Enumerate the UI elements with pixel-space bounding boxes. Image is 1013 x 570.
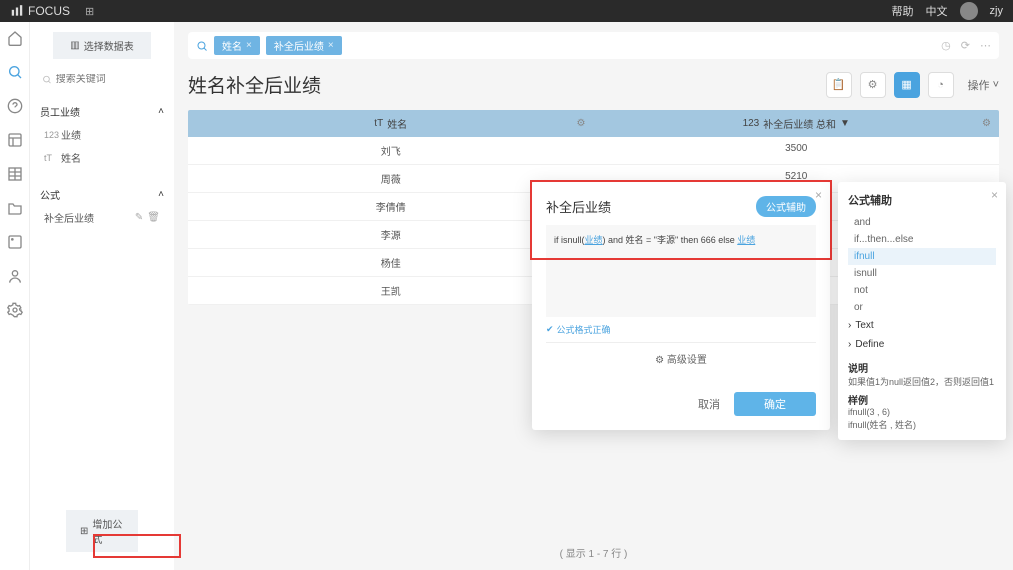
settings-icon[interactable] bbox=[7, 302, 23, 318]
field-search[interactable] bbox=[38, 71, 166, 88]
column-header[interactable]: tT姓名⚙ bbox=[188, 110, 594, 137]
nav-rail bbox=[0, 22, 30, 570]
formula-section[interactable]: 公式 ˄ bbox=[38, 183, 166, 206]
highlight-box bbox=[93, 534, 181, 558]
function-item[interactable]: isnull bbox=[848, 265, 996, 282]
formula-helper-button[interactable]: 公式辅助 bbox=[756, 196, 816, 217]
help-link[interactable]: 帮助 bbox=[892, 3, 914, 19]
desc-heading: 说明 bbox=[848, 360, 996, 375]
function-item[interactable]: and bbox=[848, 214, 996, 231]
refresh-icon[interactable]: ⟳ bbox=[961, 39, 970, 52]
modal-title: 补全后业绩 bbox=[546, 197, 611, 216]
row-count: ( 显示 1 - 7 行 ) bbox=[188, 545, 999, 560]
close-icon[interactable]: × bbox=[328, 40, 334, 51]
sort-down-icon[interactable]: ▼ bbox=[840, 118, 850, 129]
table-icon[interactable] bbox=[7, 166, 23, 182]
folder-icon[interactable] bbox=[7, 200, 23, 216]
content: 姓名× 补全后业绩× ◷ ⟳ ⋯ 姓名补全后业绩 📋 ⚙ ▦ ◔ 操作˅ tT姓… bbox=[174, 22, 1013, 570]
topbar: FOCUS ⊞ 帮助 中文 zjy bbox=[0, 0, 1013, 22]
help-icon[interactable] bbox=[7, 98, 23, 114]
table-row: 刘飞3500 bbox=[188, 137, 999, 165]
home-icon[interactable] bbox=[7, 30, 23, 46]
field-item[interactable]: 123业绩 bbox=[38, 123, 166, 146]
close-icon[interactable]: × bbox=[246, 40, 252, 51]
user-icon[interactable] bbox=[7, 268, 23, 284]
gear-icon[interactable]: ⚙ bbox=[982, 118, 991, 129]
number-icon: 123 bbox=[44, 130, 56, 140]
dashboard-icon[interactable] bbox=[7, 132, 23, 148]
formula-modal: × 补全后业绩 公式辅助 if isnull(业绩) and 姓名 = "李源"… bbox=[532, 182, 830, 430]
search-icon[interactable] bbox=[7, 64, 23, 80]
category-item[interactable]: ›Define bbox=[848, 335, 996, 354]
formula-helper-panel: × 公式辅助 and if...then...else ifnull isnul… bbox=[838, 182, 1006, 440]
chevron-down-icon: ˅ bbox=[993, 79, 999, 91]
query-chip[interactable]: 补全后业绩× bbox=[266, 36, 342, 55]
page-title: 姓名补全后业绩 bbox=[188, 71, 321, 98]
field-item[interactable]: tT姓名 bbox=[38, 146, 166, 169]
advanced-settings[interactable]: ⚙ 高级设置 bbox=[546, 342, 816, 374]
config-button[interactable]: ⚙ bbox=[860, 72, 886, 98]
search-icon bbox=[196, 40, 208, 52]
more-icon[interactable]: ⋯ bbox=[980, 39, 991, 52]
clipboard-button[interactable]: 📋 bbox=[826, 72, 852, 98]
cancel-button[interactable]: 取消 bbox=[698, 392, 720, 416]
operations-menu[interactable]: 操作˅ bbox=[968, 77, 999, 93]
helper-title: 公式辅助 bbox=[848, 192, 996, 208]
search-icon bbox=[42, 74, 52, 85]
close-icon[interactable]: × bbox=[991, 188, 998, 202]
delete-icon[interactable]: 🗑 bbox=[147, 212, 160, 223]
new-tab-icon[interactable]: ⊞ bbox=[85, 5, 94, 18]
chevron-right-icon: › bbox=[848, 339, 851, 350]
example-heading: 样例 bbox=[848, 392, 996, 407]
pin-icon[interactable] bbox=[7, 234, 23, 250]
category-item[interactable]: ›Text bbox=[848, 316, 996, 335]
chevron-up-icon: ˄ bbox=[158, 106, 164, 117]
username: zjy bbox=[990, 5, 1003, 17]
ok-button[interactable]: 确定 bbox=[734, 392, 816, 416]
datasource-icon: ▥ bbox=[70, 40, 79, 51]
query-bar[interactable]: 姓名× 补全后业绩× ◷ ⟳ ⋯ bbox=[188, 32, 999, 59]
close-icon[interactable]: × bbox=[815, 188, 822, 202]
function-item[interactable]: if...then...else bbox=[848, 231, 996, 248]
query-chip[interactable]: 姓名× bbox=[214, 36, 260, 55]
table-view-button[interactable]: ▦ bbox=[894, 72, 920, 98]
dataset-section[interactable]: 员工业绩 ˄ bbox=[38, 100, 166, 123]
lang-link[interactable]: 中文 bbox=[926, 3, 948, 19]
plus-icon: ⊞ bbox=[80, 526, 88, 537]
chevron-right-icon: › bbox=[848, 320, 851, 331]
desc-text: 如果值1为null返回值2，否则返回值1 bbox=[848, 377, 994, 387]
example-text: ifnull(3 , 6) bbox=[848, 407, 890, 417]
function-item[interactable]: ifnull bbox=[848, 248, 996, 265]
chevron-up-icon: ˄ bbox=[158, 189, 164, 200]
sidebar: ▥ 选择数据表 员工业绩 ˄ 123业绩 tT姓名 公式 ˄ 补全后业绩 ✎ 🗑… bbox=[30, 22, 174, 570]
text-icon: tT bbox=[44, 153, 56, 163]
function-item[interactable]: or bbox=[848, 299, 996, 316]
avatar[interactable] bbox=[960, 2, 978, 20]
history-icon[interactable]: ◷ bbox=[941, 39, 951, 52]
function-item[interactable]: not bbox=[848, 282, 996, 299]
gear-icon[interactable]: ⚙ bbox=[577, 118, 586, 129]
formula-item[interactable]: 补全后业绩 ✎ 🗑 bbox=[38, 206, 166, 229]
search-input[interactable] bbox=[56, 74, 162, 85]
column-header[interactable]: 123补全后业绩 总和▼⚙ bbox=[594, 110, 1000, 137]
example-text: ifnull(姓名 , 姓名) bbox=[848, 420, 916, 430]
edit-icon[interactable]: ✎ bbox=[135, 212, 143, 223]
select-datasource-button[interactable]: ▥ 选择数据表 bbox=[53, 32, 151, 59]
validation-status: ✔ 公式格式正确 bbox=[532, 317, 830, 336]
brand: FOCUS bbox=[10, 4, 70, 18]
chart-view-button[interactable]: ◔ bbox=[928, 72, 954, 98]
formula-input[interactable]: if isnull(业绩) and 姓名 = "李源" then 666 els… bbox=[546, 225, 816, 317]
